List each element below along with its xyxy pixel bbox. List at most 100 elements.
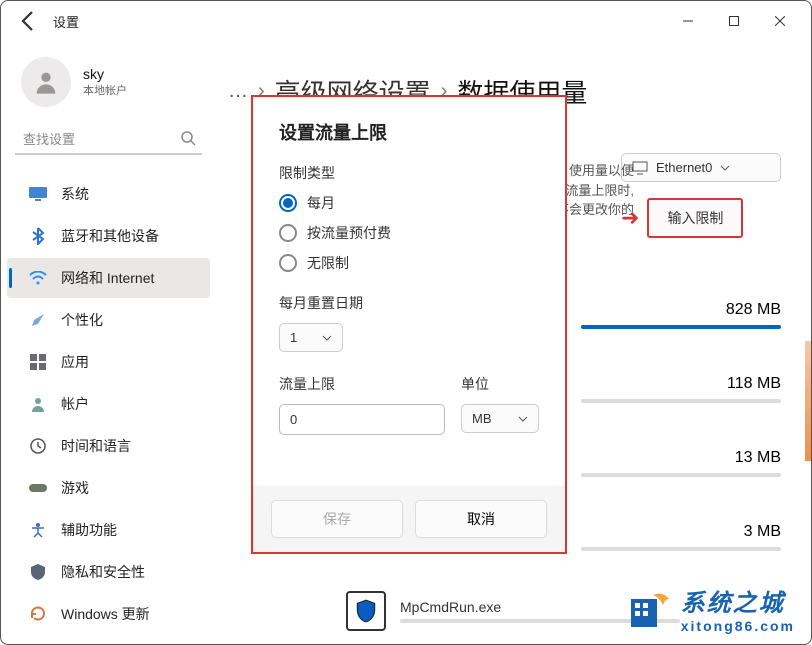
maximize-button[interactable] — [711, 5, 757, 37]
windows-update-icon — [29, 605, 47, 623]
usage-bar — [581, 325, 781, 329]
brush-icon — [29, 311, 47, 329]
enter-limit-label: 输入限制 — [667, 210, 723, 226]
sidebar-item-label: 应用 — [61, 352, 89, 372]
usage-value: 828 MB — [726, 301, 781, 319]
usage-row: 118 MB — [561, 375, 781, 403]
account-type: 本地帐户 — [83, 82, 127, 98]
title-bar: 设置 — [1, 1, 811, 41]
radio-label: 每月 — [307, 193, 335, 213]
help-text-2: 流量上限时, — [556, 181, 634, 201]
sidebar-item-label: 时间和语言 — [61, 436, 131, 456]
back-button[interactable] — [17, 9, 41, 33]
limit-type-label: 限制类型 — [279, 163, 539, 183]
sidebar-item-1[interactable]: 蓝牙和其他设备 — [7, 216, 210, 256]
usage-row: 3 MB — [561, 523, 781, 551]
sidebar-nav: 系统蓝牙和其他设备网络和 Internet 个性化应用帐户时间和语言游戏辅助功能隐… — [1, 173, 216, 635]
sidebar-item-label: 游戏 — [61, 478, 89, 498]
radio-option-0[interactable]: 每月 — [279, 193, 539, 213]
edge-sliver — [805, 341, 811, 461]
unit-label: 单位 — [461, 374, 539, 394]
data-limit-input[interactable]: 0 — [279, 404, 445, 435]
watermark-cn: 系统之城 — [681, 583, 795, 618]
account-name: sky — [83, 66, 127, 82]
breadcrumb-overflow[interactable]: … — [228, 80, 248, 103]
usage-value: 118 MB — [727, 375, 781, 393]
usage-row: 828 MB — [561, 301, 781, 329]
sidebar-item-label: 帐户 — [61, 394, 89, 414]
usage-bar — [581, 473, 781, 477]
person-icon — [32, 68, 60, 96]
sidebar-item-3[interactable]: 个性化 — [7, 300, 210, 340]
minimize-button[interactable] — [665, 5, 711, 37]
data-limit-value: 0 — [290, 412, 297, 427]
close-button[interactable] — [757, 5, 803, 37]
radio-circle-icon — [279, 224, 297, 242]
data-limit-label: 流量上限 — [279, 374, 445, 394]
radio-label: 无限制 — [307, 253, 349, 273]
sidebar-item-6[interactable]: 时间和语言 — [7, 426, 210, 466]
adapter-select[interactable]: Ethernet0 — [621, 153, 781, 182]
adapter-name: Ethernet0 — [656, 160, 712, 175]
chevron-down-icon — [322, 333, 332, 343]
sidebar-item-label: Windows 更新 — [61, 604, 150, 624]
sidebar-item-label: 网络和 Internet — [61, 268, 154, 288]
chevron-down-icon — [720, 163, 730, 173]
radio-option-1[interactable]: 按流量预付费 — [279, 223, 539, 243]
radio-option-2[interactable]: 无限制 — [279, 253, 539, 273]
reset-date-label: 每月重置日期 — [279, 293, 539, 313]
help-text-1: 使用量以便 — [556, 161, 634, 181]
usage-value: 3 MB — [744, 523, 781, 541]
usage-value: 13 MB — [735, 449, 781, 467]
back-arrow-icon — [17, 9, 41, 33]
dialog-title: 设置流量上限 — [279, 119, 539, 145]
avatar — [21, 57, 71, 107]
help-text-3: 不会更改你的 — [556, 200, 634, 220]
account-block[interactable]: sky 本地帐户 — [1, 49, 216, 119]
wifi-icon — [29, 269, 47, 287]
system-icon — [29, 185, 47, 203]
radio-label: 按流量预付费 — [307, 223, 391, 243]
radio-circle-icon — [279, 194, 297, 212]
usage-bar — [581, 547, 781, 551]
usage-bar — [581, 399, 781, 403]
radio-circle-icon — [279, 254, 297, 272]
watermark: 系统之城 xitong86.com — [625, 583, 795, 634]
sidebar-item-label: 蓝牙和其他设备 — [61, 226, 159, 246]
reset-date-select[interactable]: 1 — [279, 323, 343, 352]
gaming-icon — [29, 479, 47, 497]
cancel-button[interactable]: 取消 — [415, 500, 547, 538]
sidebar-item-9[interactable]: 隐私和安全性 — [7, 552, 210, 592]
app-title: 设置 — [53, 12, 79, 31]
sidebar-item-8[interactable]: 辅助功能 — [7, 510, 210, 550]
sidebar-item-10[interactable]: Windows 更新 — [7, 594, 210, 634]
unit-value: MB — [472, 411, 492, 426]
enter-limit-button[interactable]: 输入限制 — [647, 198, 743, 238]
save-button[interactable]: 保存 — [271, 500, 403, 538]
sidebar-item-label: 个性化 — [61, 310, 103, 330]
sidebar-item-7[interactable]: 游戏 — [7, 468, 210, 508]
bluetooth-icon — [29, 227, 47, 245]
unit-select[interactable]: MB — [461, 404, 539, 433]
privacy-icon — [29, 563, 47, 581]
search-input[interactable]: 查找设置 — [15, 125, 202, 155]
sidebar-item-label: 系统 — [61, 184, 89, 204]
sidebar-item-0[interactable]: 系统 — [7, 174, 210, 214]
sidebar-item-4[interactable]: 应用 — [7, 342, 210, 382]
accessibility-icon — [29, 521, 47, 539]
defender-shield-icon — [346, 591, 386, 631]
account-icon — [29, 395, 47, 413]
chevron-down-icon — [518, 414, 528, 424]
sidebar-item-5[interactable]: 帐户 — [7, 384, 210, 424]
sidebar-item-2[interactable]: 网络和 Internet — [7, 258, 210, 298]
monitor-icon — [632, 161, 648, 175]
reset-date-value: 1 — [290, 330, 297, 345]
clock-language-icon — [29, 437, 47, 455]
watermark-en: xitong86.com — [681, 618, 795, 634]
usage-row: Pack13 MB — [561, 449, 781, 477]
watermark-logo-icon — [625, 585, 673, 633]
set-data-limit-dialog: 设置流量上限 限制类型 每月按流量预付费无限制 每月重置日期 1 流量上限 0 … — [251, 95, 567, 554]
search-placeholder: 查找设置 — [23, 129, 180, 148]
sidebar-item-label: 隐私和安全性 — [61, 562, 145, 582]
search-icon — [180, 130, 196, 146]
